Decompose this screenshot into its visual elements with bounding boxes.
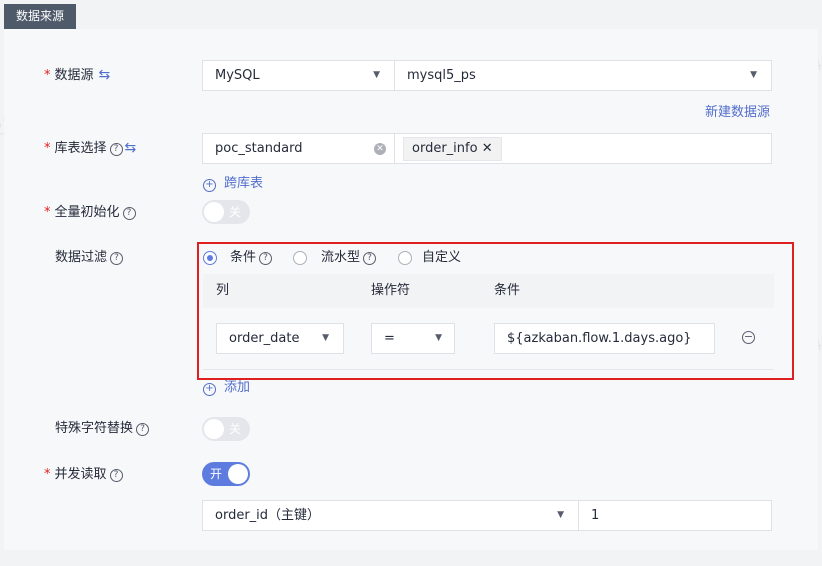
filter-condition-input[interactable]: ${azkaban.flow.1.days.ago} <box>494 323 715 354</box>
add-filter-label: 添加 <box>224 380 251 395</box>
special-char-label-text: 特殊字符替换 <box>55 421 134 436</box>
column-header-condition: 条件 <box>494 283 521 298</box>
full-init-label-text: 全量初始化 <box>54 205 120 220</box>
required-mark: * <box>44 467 51 482</box>
chevron-down-icon: ▼ <box>373 70 380 80</box>
datasource-label: * 数据源 ⇆ <box>44 64 110 86</box>
required-mark: * <box>44 68 51 83</box>
toggle-text: 关 <box>229 422 242 436</box>
concurrent-read-label: * 并发读取? <box>44 464 123 486</box>
help-icon[interactable]: ? <box>110 252 124 265</box>
radio-label-text: 条件 <box>230 250 257 265</box>
help-icon[interactable]: ? <box>109 469 123 482</box>
add-filter-link[interactable]: + 添加 <box>203 376 250 396</box>
concurrency-value: 1 <box>591 508 600 523</box>
help-icon[interactable]: ? <box>109 143 123 156</box>
switch-icon[interactable]: ⇆ <box>99 67 111 83</box>
table-select-label: * 库表选择? ⇆ <box>44 137 136 159</box>
concurrency-input[interactable]: 1 <box>578 500 772 531</box>
filter-column-value: order_date <box>229 331 300 346</box>
data-filter-label: 数据过滤? <box>55 247 124 269</box>
radio-condition[interactable] <box>203 251 217 265</box>
help-icon[interactable]: ? <box>363 252 377 265</box>
table-tag: order_info ✕ <box>403 137 502 161</box>
datasource-type-select[interactable]: MySQL ▼ <box>202 60 395 91</box>
row-divider <box>203 369 774 370</box>
radio-custom[interactable] <box>398 251 412 265</box>
toggle-knob <box>204 419 224 439</box>
remove-row-icon[interactable]: − <box>742 331 755 344</box>
filter-operator-select[interactable]: = ▼ <box>371 323 455 354</box>
split-key-value: order_id（主键） <box>215 508 321 523</box>
database-value: poc_standard <box>215 141 303 156</box>
help-icon[interactable]: ? <box>136 423 150 436</box>
toggle-text: 关 <box>229 205 242 219</box>
split-key-select[interactable]: order_id（主键） ▼ <box>202 500 579 531</box>
column-header-column: 列 <box>216 283 230 298</box>
radio-streaming[interactable] <box>293 251 307 265</box>
full-init-toggle[interactable]: 关 <box>202 200 250 224</box>
tab-data-source[interactable]: 数据来源 <box>4 4 76 29</box>
radio-custom-label: 自定义 <box>422 250 462 265</box>
filter-column-select[interactable]: order_date ▼ <box>216 323 344 354</box>
column-header-operator: 操作符 <box>371 283 411 298</box>
datasource-instance-value: mysql5_ps <box>407 68 476 83</box>
toggle-text: 开 <box>210 467 223 481</box>
switch-icon[interactable]: ⇆ <box>125 140 137 156</box>
full-init-label: * 全量初始化? <box>44 202 136 224</box>
table-select-label-text: 库表选择 <box>54 141 107 156</box>
chevron-down-icon: ▼ <box>557 510 564 520</box>
table-tag-label: order_info <box>412 141 478 156</box>
required-mark: * <box>44 141 51 156</box>
help-icon[interactable]: ? <box>259 252 273 265</box>
special-char-toggle[interactable]: 关 <box>202 417 250 441</box>
toggle-knob <box>228 464 248 484</box>
cross-table-link[interactable]: + 跨库表 <box>203 172 263 192</box>
plus-circle-icon: + <box>203 383 216 396</box>
chevron-down-icon: ▼ <box>322 333 329 343</box>
radio-streaming-label: 流水型? <box>321 247 377 269</box>
chevron-down-icon: ▼ <box>750 70 757 80</box>
filter-condition-value: ${azkaban.flow.1.days.ago} <box>507 331 692 346</box>
radio-condition-label: 条件? <box>230 247 273 269</box>
tag-close-icon[interactable]: ✕ <box>482 141 493 156</box>
new-datasource-link[interactable]: 新建数据源 <box>705 101 770 120</box>
cross-table-label: 跨库表 <box>224 176 264 191</box>
filter-operator-value: = <box>384 331 395 346</box>
help-icon[interactable]: ? <box>122 207 136 220</box>
radio-label-text: 流水型 <box>321 250 361 265</box>
toggle-knob <box>204 202 224 222</box>
database-select[interactable]: poc_standard ✕ <box>202 133 395 164</box>
datasource-type-value: MySQL <box>215 68 260 83</box>
chevron-down-icon: ▼ <box>435 333 442 343</box>
clear-icon[interactable]: ✕ <box>374 143 386 155</box>
table-multiselect[interactable]: order_info ✕ <box>394 133 772 164</box>
concurrent-read-toggle[interactable]: 开 <box>202 462 250 486</box>
highlight-frame <box>197 242 794 380</box>
concurrent-read-label-text: 并发读取 <box>54 467 107 482</box>
datasource-label-text: 数据源 <box>54 68 94 83</box>
plus-circle-icon: + <box>203 179 216 192</box>
datasource-instance-select[interactable]: mysql5_ps ▼ <box>394 60 772 91</box>
filter-table-header <box>203 274 774 308</box>
special-char-label: 特殊字符替换? <box>55 418 150 440</box>
data-filter-label-text: 数据过滤 <box>55 250 108 265</box>
required-mark: * <box>44 205 51 220</box>
